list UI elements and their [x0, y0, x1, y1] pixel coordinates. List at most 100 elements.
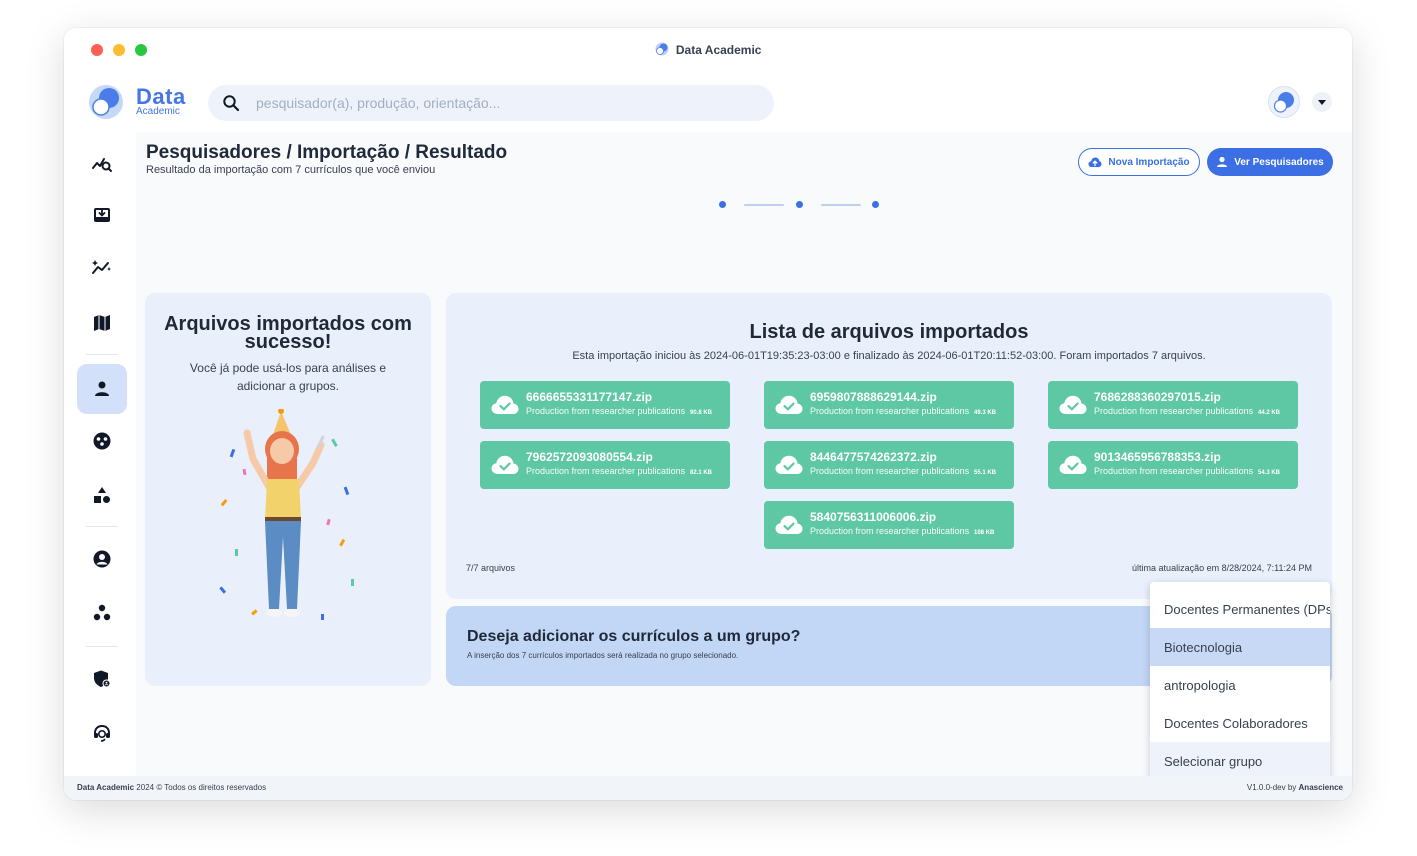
cloud-done-icon: [775, 515, 803, 534]
user-menu-toggle-button[interactable]: [1312, 92, 1332, 112]
sidebar-item-analysis[interactable]: [77, 138, 127, 188]
success-card: Arquivos importados com sucesso! Você já…: [145, 293, 431, 686]
group-option[interactable]: antropologia: [1150, 666, 1330, 704]
brand-logo-icon[interactable]: [88, 84, 124, 120]
group-option[interactable]: Docentes Colaboradores: [1150, 704, 1330, 742]
window-title: Data Academic: [64, 42, 1352, 57]
person-icon: [1217, 156, 1228, 167]
sidebar-divider: [86, 526, 118, 527]
sidebar-item-collaboration[interactable]: [77, 588, 127, 638]
file-size: 49.3 KB: [974, 410, 997, 416]
sidebar-item-import[interactable]: [77, 190, 127, 240]
file-item[interactable]: 7962572093080554.zip Production from res…: [480, 441, 730, 489]
sidebar-item-groups[interactable]: [77, 416, 127, 466]
file-size: 44.2 KB: [1258, 410, 1281, 416]
search-icon: [223, 95, 240, 112]
brand-name: Data: [136, 84, 186, 109]
analytics-search-icon: [92, 158, 112, 172]
group-prompt-subtitle: A inserção dos 7 currículos importados s…: [467, 651, 739, 660]
celebration-illustration: [219, 409, 354, 620]
avatar-logo-icon: [1273, 92, 1294, 113]
sidebar-item-indicators[interactable]: [77, 242, 127, 292]
brand-wordmark[interactable]: Data Academic: [136, 86, 186, 117]
file-name: 7962572093080554.zip: [526, 450, 653, 464]
group-select-dropdown[interactable]: Docentes Permanentes (DPs) Biotecnologia…: [1150, 582, 1330, 787]
shapes-icon: [94, 487, 110, 503]
sidebar-item-profile[interactable]: [77, 534, 127, 584]
footer-version: V1.0.0-dev by Anascience: [1247, 783, 1343, 792]
step-1-dot: [719, 201, 726, 208]
title-bar: Data Academic: [64, 28, 1352, 72]
sidebar-item-support[interactable]: [77, 708, 127, 758]
sidebar-item-researchers[interactable]: [77, 364, 127, 414]
file-description: Production from researcher publications: [1094, 466, 1254, 476]
file-name: 8446477574262372.zip: [810, 450, 937, 464]
file-size: 82.1 KB: [690, 470, 713, 476]
file-description: Production from researcher publications: [810, 406, 970, 416]
footer-copyright: Data Academic 2024 © Todos os direitos r…: [77, 783, 266, 792]
inbox-download-icon: [94, 208, 110, 222]
file-name: 6959807888629144.zip: [810, 390, 937, 404]
file-description: Production from researcher publications: [1094, 406, 1254, 416]
file-item[interactable]: 7686288360297015.zip Production from res…: [1048, 381, 1298, 429]
last-updated: última atualização em 8/28/2024, 7:11:24…: [1132, 563, 1312, 573]
cloud-done-icon: [775, 455, 803, 474]
footer-vendor[interactable]: Anascience: [1299, 783, 1343, 792]
file-name: 7686288360297015.zip: [1094, 390, 1221, 404]
sidebar-divider: [86, 354, 118, 355]
success-title: Arquivos importados com sucesso!: [164, 313, 412, 353]
file-description: Production from researcher publications: [810, 466, 970, 476]
file-name: 6666655331177147.zip: [526, 390, 653, 404]
file-description: Production from researcher publications: [526, 466, 686, 476]
file-item[interactable]: 6666655331177147.zip Production from res…: [480, 381, 730, 429]
cloud-done-icon: [1059, 455, 1087, 474]
view-researchers-button[interactable]: Ver Pesquisadores: [1207, 148, 1333, 176]
files-count: 7/7 arquivos: [466, 563, 516, 573]
footer: Data Academic 2024 © Todos os direitos r…: [64, 776, 1352, 800]
window-title-text: Data Academic: [675, 43, 762, 57]
account-circle-icon: [93, 550, 111, 568]
file-item[interactable]: 6959807888629144.zip Production from res…: [764, 381, 1014, 429]
file-item[interactable]: 8446477574262372.zip Production from res…: [764, 441, 1014, 489]
group-option-highlighted[interactable]: Biotecnologia: [1150, 628, 1330, 666]
file-item[interactable]: 5840756311006006.zip Production from res…: [764, 501, 1014, 549]
headset-support-icon: [94, 724, 110, 742]
sidebar-item-security[interactable]: [77, 654, 127, 704]
footer-copyright-text: 2024 © Todos os direitos reservados: [136, 783, 267, 792]
file-size: 108 KB: [974, 530, 995, 536]
workspaces-icon: [93, 604, 111, 621]
search-bar[interactable]: [208, 85, 774, 121]
new-import-button[interactable]: Nova Importação: [1078, 148, 1200, 176]
top-bar: Data Academic: [64, 72, 1352, 132]
cloud-done-icon: [775, 395, 803, 414]
map-icon: [94, 315, 110, 331]
sidebar-item-categories[interactable]: [77, 470, 127, 520]
group-prompt-title: Deseja adicionar os currículos a um grup…: [467, 628, 801, 645]
group-option[interactable]: Docentes Permanentes (DPs): [1150, 590, 1330, 628]
search-input[interactable]: [256, 85, 756, 121]
file-size: 54.3 KB: [1258, 470, 1281, 476]
step-connector: [821, 204, 861, 206]
step-3-dot: [872, 201, 879, 208]
step-2-dot: [796, 201, 803, 208]
sparkle-chart-icon: [92, 260, 111, 274]
sidebar-item-map[interactable]: [77, 298, 127, 348]
file-size: 90.8 KB: [690, 410, 713, 416]
page-title: Pesquisadores / Importação / Resultado: [146, 142, 508, 163]
cloud-done-icon: [491, 395, 519, 414]
page-subtitle: Resultado da importação com 7 currículos…: [146, 164, 436, 176]
app-logo-icon: [655, 42, 669, 56]
footer-brand: Data Academic: [77, 783, 135, 792]
files-list-description: Esta importação iniciou às 2024-06-01T19…: [572, 350, 1206, 362]
file-size: 55.1 KB: [974, 470, 997, 476]
success-text: Você já pode usá-los para análises e adi…: [189, 361, 387, 393]
file-name: 9013465956788353.zip: [1094, 450, 1221, 464]
file-item[interactable]: 9013465956788353.zip Production from res…: [1048, 441, 1298, 489]
person-icon: [95, 381, 109, 396]
group-option-placeholder[interactable]: Selecionar grupo: [1150, 742, 1330, 780]
file-name: 5840756311006006.zip: [810, 510, 937, 524]
app-window: Data Academic Data Academic pesquisador(…: [64, 28, 1352, 800]
group-people-icon: [93, 432, 111, 450]
brand-tagline: Academic: [136, 106, 180, 117]
user-avatar[interactable]: [1268, 86, 1300, 118]
